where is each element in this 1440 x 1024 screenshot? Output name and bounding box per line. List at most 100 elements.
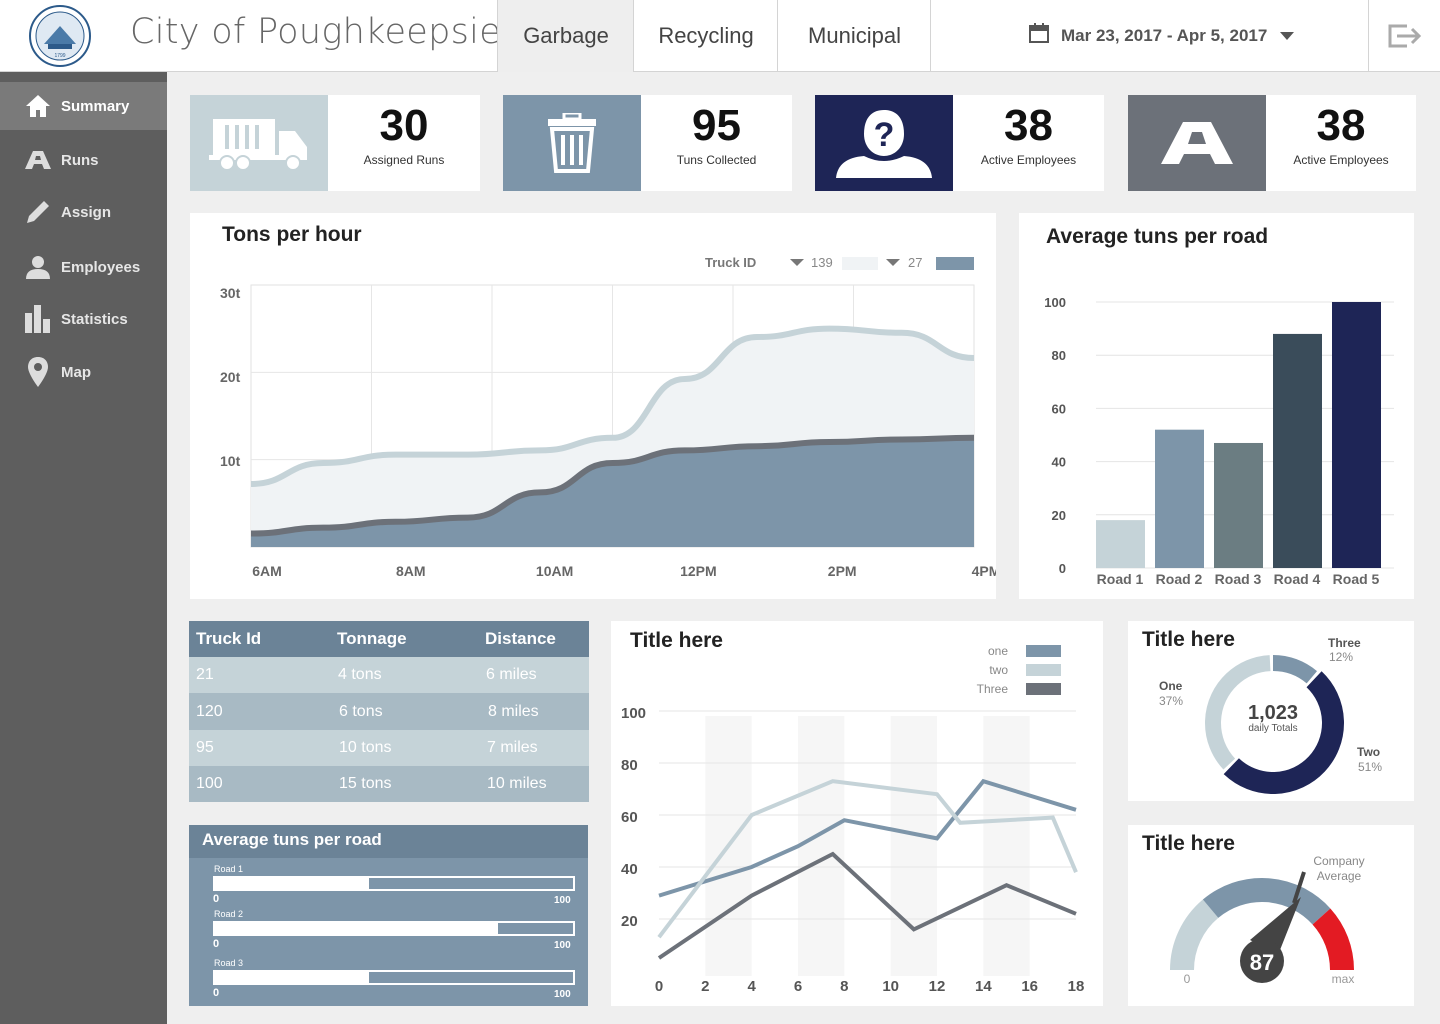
y-tick-label: 100 — [621, 705, 646, 722]
x-tick-label: 2 — [701, 978, 709, 995]
progress-max-label: 100 — [554, 895, 571, 906]
sidebar-item-label: Employees — [61, 258, 141, 276]
stat-icon-box: ? — [815, 95, 953, 191]
legend-series-label: 27 — [908, 255, 922, 270]
y-tick-label: 80 — [1052, 348, 1066, 363]
bar-road-2 — [1155, 429, 1204, 568]
progress-min-label: 0 — [213, 938, 220, 950]
chevron-down-icon — [1280, 32, 1294, 40]
progress-min-label: 0 — [213, 893, 220, 905]
logout-button[interactable] — [1368, 0, 1440, 72]
y-tick-label: 40 — [1052, 455, 1066, 470]
x-tick-label: 16 — [1021, 978, 1038, 995]
road-progress-bar: Road 3 0 100 — [189, 958, 588, 1007]
stat-icon-box — [190, 95, 328, 191]
tab-label: Garbage — [523, 23, 609, 48]
cell-tonnage: 4 tons — [338, 666, 382, 683]
city-title: City of Poughkeepsie — [130, 12, 502, 52]
x-tick-label: 12 — [929, 978, 946, 995]
road-label: Road 3 — [214, 958, 244, 968]
tab-recycling[interactable]: Recycling — [633, 0, 778, 72]
sidebar-item-label: Summary — [61, 97, 130, 115]
table-row[interactable]: 120 6 tons 8 miles — [189, 693, 589, 730]
stat-value: 30 — [379, 101, 429, 150]
progress-track — [213, 970, 575, 985]
legend-dropdown-icon[interactable] — [886, 259, 900, 266]
date-range-picker[interactable]: Mar 23, 2017 - Apr 5, 2017 — [930, 0, 1368, 72]
bar-road-3 — [1214, 442, 1263, 568]
stat-label: Active Employees — [980, 153, 1077, 167]
y-tick-label: 80 — [621, 757, 638, 774]
stat-value: 38 — [1004, 101, 1053, 150]
gauge-low-segment — [1170, 899, 1219, 971]
avg-per-road-bars: Average tuns per road Road 1 0 100 Road 2 0 1… — [189, 825, 588, 1006]
y-tick-label: 10t — [220, 453, 241, 469]
bar-road-4 — [1273, 333, 1322, 568]
road-icon — [24, 146, 52, 174]
garbage-truck-icon — [209, 119, 307, 171]
grid-band — [890, 716, 937, 976]
sidebar-item-summary[interactable]: Summary — [0, 82, 167, 130]
legend-swatch — [842, 257, 878, 270]
table-row[interactable]: 21 4 tons 6 miles — [189, 657, 589, 693]
logout-icon — [1388, 24, 1421, 48]
y-tick-label: 20 — [621, 913, 638, 930]
sidebar-item-assign[interactable]: Assign — [0, 186, 167, 238]
cell-tonnage: 6 tons — [339, 702, 383, 720]
stat-value: 95 — [692, 101, 741, 150]
tab-garbage[interactable]: Garbage — [497, 0, 634, 72]
legend-dropdown-icon[interactable] — [790, 259, 804, 266]
sidebar-item-employees[interactable]: Employees — [0, 241, 167, 293]
line-chart: 20 40 60 80 100 0 2 4 6 8 10 12 14 16 18 one two Three — [621, 644, 1084, 995]
donut-center-label: daily Totals — [1248, 723, 1297, 734]
road-label: Road 2 — [214, 909, 244, 919]
cell-distance: 7 miles — [487, 739, 538, 756]
progress-track — [213, 921, 575, 936]
sidebar-item-statistics[interactable]: Statistics — [0, 293, 167, 345]
legend-label: two — [989, 663, 1008, 677]
legend-title: Truck ID — [705, 255, 756, 270]
sidebar-item-label: Map — [61, 363, 91, 381]
stat-card-tuns-collected: 95 Tuns Collected — [503, 95, 792, 191]
stat-label: Active Employees — [1293, 153, 1389, 167]
slice-percent: 12% — [1329, 650, 1353, 664]
table-row[interactable]: 95 10 tons 7 miles — [189, 730, 589, 766]
legend-swatch — [1026, 664, 1061, 676]
gauge-chart: 87 Company Average 0 max — [1170, 854, 1365, 986]
x-tick-label: 10 — [882, 978, 899, 995]
progress-max-label: 100 — [554, 940, 571, 951]
pencil-icon — [24, 198, 52, 226]
progress-fill — [215, 972, 369, 983]
x-tick-label: 6 — [794, 978, 802, 995]
donut-chart: 1,023 daily Totals Three 12% Two 51% One… — [1159, 636, 1382, 794]
calendar-icon — [1029, 23, 1049, 43]
sidebar: Summary Runs Assign Employees Statistics… — [0, 72, 167, 1024]
gauge-high-segment — [1312, 908, 1354, 971]
table-row[interactable]: 100 15 tons 10 miles — [189, 766, 589, 802]
sidebar-item-label: Assign — [61, 203, 112, 221]
company-average-line-2: Average — [1317, 869, 1362, 883]
avg-per-road-chart: 0 20 40 60 80 100 Road 1 Road 2 Road 3 Road 4 Road… — [1044, 295, 1394, 587]
map-pin-icon — [24, 357, 52, 387]
person-icon — [24, 253, 52, 281]
legend-label: one — [988, 644, 1008, 658]
bar-chart-icon — [24, 305, 52, 333]
cell-distance: 6 miles — [486, 666, 537, 683]
tab-municipal[interactable]: Municipal — [777, 0, 931, 72]
legend-swatch — [1026, 645, 1061, 657]
x-tick-label: 12PM — [680, 563, 717, 579]
gauge-card: Title here 87 Company Average 0 max — [1128, 825, 1414, 1006]
logo-year: 1799 — [54, 53, 65, 59]
y-tick-label: 100 — [1044, 295, 1066, 310]
sidebar-item-runs[interactable]: Runs — [0, 134, 167, 186]
y-tick-label: 40 — [621, 861, 638, 878]
slice-percent: 51% — [1358, 760, 1382, 774]
y-tick-label: 60 — [1052, 401, 1066, 416]
progress-fill — [215, 923, 498, 934]
table-header: Truck Id Tonnage Distance — [189, 621, 589, 657]
tab-label: Recycling — [658, 23, 754, 48]
sidebar-item-map[interactable]: Map — [0, 346, 167, 398]
date-range-text: Mar 23, 2017 - Apr 5, 2017 — [1061, 26, 1268, 45]
x-tick-label: Road 1 — [1097, 571, 1144, 587]
road-icon — [1161, 122, 1233, 164]
